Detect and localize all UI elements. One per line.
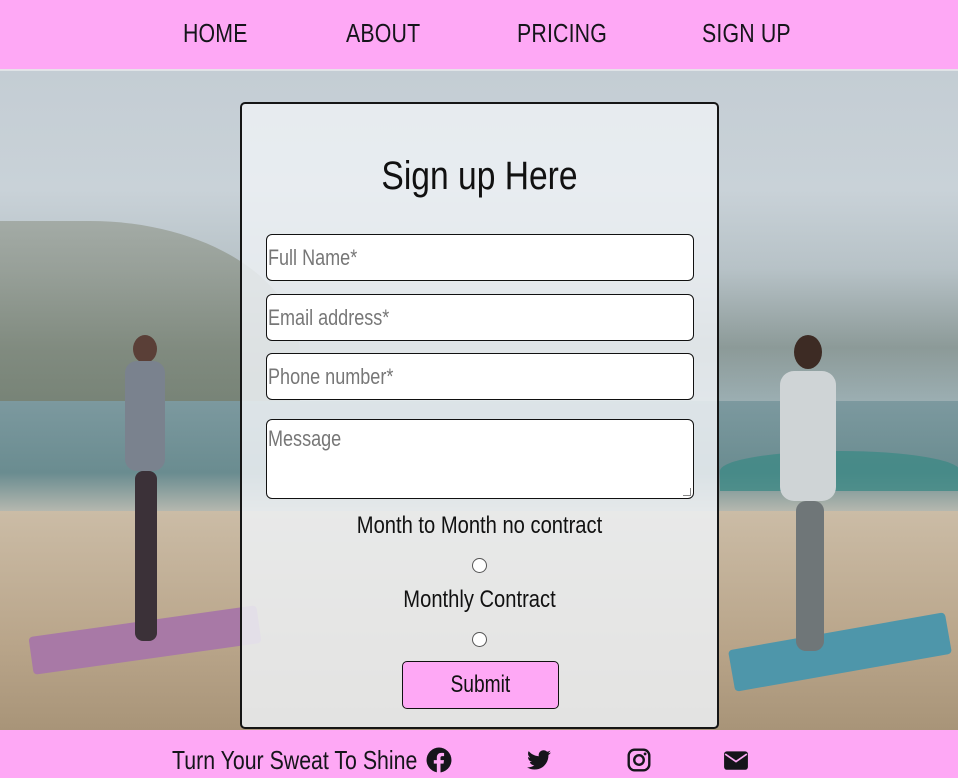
footer-tagline: Turn Your Sweat To Shine	[172, 745, 418, 775]
full-name-input[interactable]: Full Name*	[266, 234, 694, 281]
message-placeholder: Message	[268, 426, 342, 451]
monthly-contract-radio[interactable]	[472, 632, 487, 647]
option-monthly-contract-label: Monthly Contract	[403, 586, 556, 613]
facebook-icon[interactable]	[426, 747, 452, 773]
message-textarea[interactable]: Message	[266, 419, 694, 499]
envelope-icon[interactable]	[723, 747, 749, 773]
month-to-month-radio[interactable]	[472, 558, 487, 573]
phone-input[interactable]: Phone number*	[266, 353, 694, 400]
resize-handle-icon[interactable]	[683, 488, 691, 496]
option-month-to-month-label: Month to Month no contract	[356, 512, 603, 539]
footer: Turn Your Sweat To Shine	[0, 730, 958, 778]
nav-pricing-link[interactable]: PRICING	[517, 18, 607, 49]
full-name-placeholder: Full Name*	[268, 245, 358, 270]
top-nav: HOME ABOUT PRICING SIGN UP	[0, 0, 958, 70]
nav-about-link[interactable]: ABOUT	[346, 18, 420, 49]
submit-button[interactable]: Submit	[402, 661, 559, 709]
nav-home-link[interactable]: HOME	[183, 18, 248, 49]
signup-form: Sign up Here Full Name* Email address* P…	[240, 102, 719, 729]
instagram-icon[interactable]	[626, 747, 652, 773]
yoga-person-right	[770, 321, 850, 651]
nav-signup-link[interactable]: SIGN UP	[702, 18, 791, 49]
twitter-icon[interactable]	[526, 747, 552, 773]
yoga-person-left	[115, 321, 175, 641]
email-input[interactable]: Email address*	[266, 294, 694, 341]
form-title: Sign up Here	[381, 154, 578, 198]
email-placeholder: Email address*	[268, 305, 390, 330]
phone-placeholder: Phone number*	[268, 364, 394, 389]
submit-label: Submit	[450, 671, 511, 698]
